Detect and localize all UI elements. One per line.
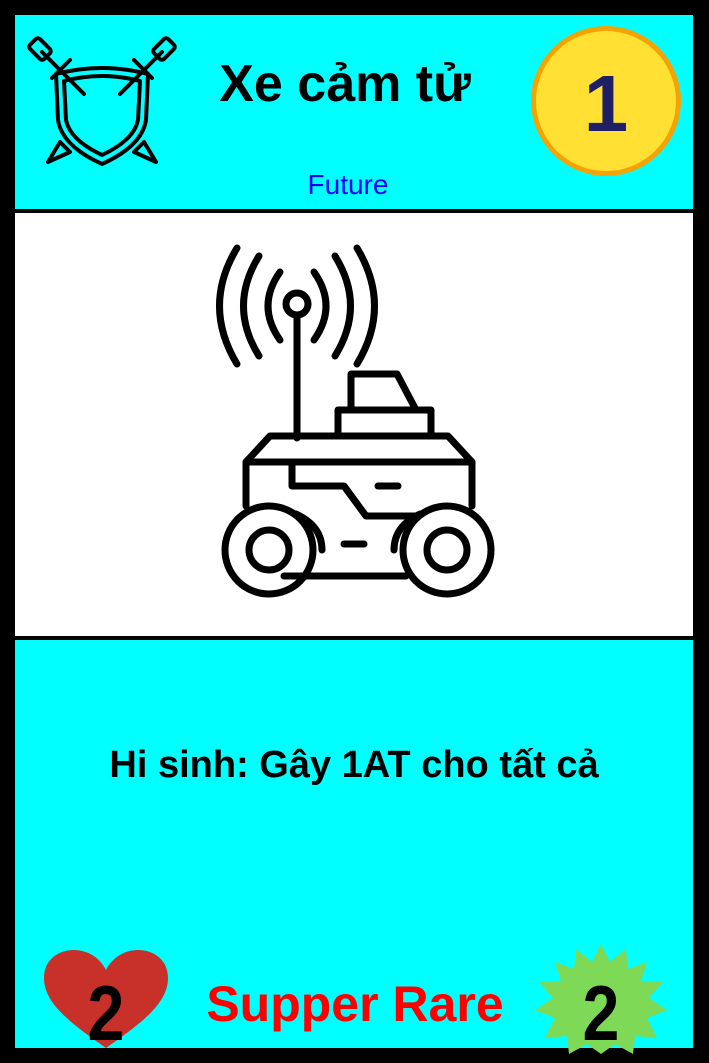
card-title: Xe cảm tử [219, 55, 471, 113]
cost-coin: 1 [531, 26, 681, 176]
ability-text: Hi sinh: Gây 1AT cho tất cả [109, 744, 599, 786]
cost-value: 1 [583, 59, 629, 148]
robot-rover-antenna-icon [216, 244, 495, 598]
faction-label: Future [307, 169, 389, 200]
attack-value: 2 [582, 969, 620, 1057]
shield-swords-icon [27, 36, 177, 166]
rarity-label: Supper Rare [206, 976, 504, 1032]
hp-value: 2 [87, 969, 125, 1057]
game-card: Xe cảm tử 1 Future Hi sinh: Gây 1AT cho … [0, 0, 709, 1063]
